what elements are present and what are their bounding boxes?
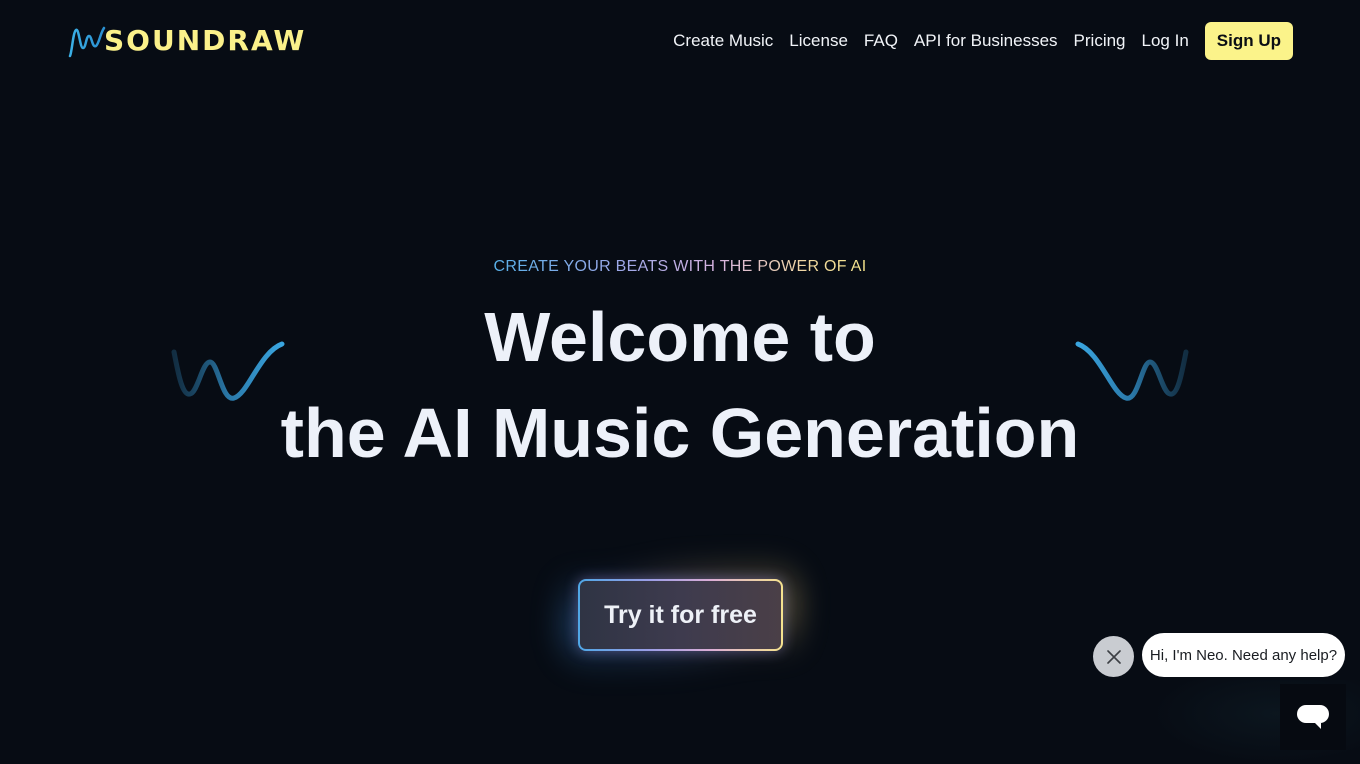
close-icon — [1106, 649, 1121, 664]
logo-text: SOUNDRAW — [104, 24, 307, 57]
logo[interactable]: SOUNDRAW — [66, 22, 306, 60]
sign-up-button[interactable]: Sign Up — [1204, 22, 1293, 60]
nav-api-for-businesses[interactable]: API for Businesses — [914, 31, 1058, 51]
logo-wave-icon — [68, 26, 106, 58]
nav-create-music[interactable]: Create Music — [673, 31, 773, 51]
hero-title-line-2: the AI Music Generation — [280, 394, 1080, 472]
nav-log-in[interactable]: Log In — [1142, 31, 1189, 51]
chat-greeting-bubble[interactable]: Hi, I'm Neo. Need any help? — [1142, 633, 1345, 677]
nav-faq[interactable]: FAQ — [864, 31, 898, 51]
nav-license[interactable]: License — [789, 31, 848, 51]
main-nav: Create Music License FAQ API for Busines… — [673, 22, 1293, 60]
hero-eyebrow-text: CREATE YOUR BEATS WITH THE POWER OF AI — [493, 258, 867, 275]
try-it-for-free-label: Try it for free — [580, 581, 781, 649]
hero-eyebrow: CREATE YOUR BEATS WITH THE POWER OF AI — [0, 258, 1360, 276]
chat-launcher-button[interactable] — [1280, 684, 1346, 750]
hero-title-line-1: Welcome to — [484, 298, 876, 376]
try-it-for-free-button[interactable]: Try it for free — [578, 579, 783, 651]
chat-close-button[interactable] — [1093, 636, 1134, 677]
site-header: SOUNDRAW Create Music License FAQ API fo… — [0, 0, 1360, 80]
nav-pricing[interactable]: Pricing — [1074, 31, 1126, 51]
chat-bubble-icon — [1297, 705, 1329, 729]
page: SOUNDRAW Create Music License FAQ API fo… — [0, 0, 1360, 764]
